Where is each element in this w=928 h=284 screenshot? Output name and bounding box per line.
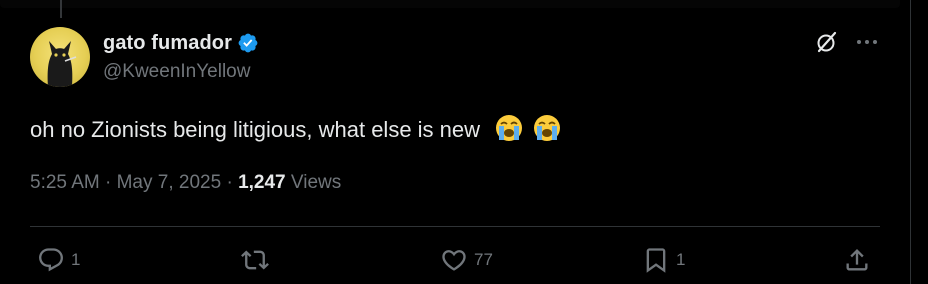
author-name-row[interactable]: gato fumador [103, 31, 259, 55]
share-button[interactable] [843, 245, 871, 275]
reply-button[interactable]: 1 [37, 245, 80, 275]
views-label: Views [290, 172, 342, 193]
tweet-text: oh no Zionists being litigious, what els… [30, 113, 562, 143]
tweet-date[interactable]: May 7, 2025 [117, 172, 222, 193]
meta-separator: · [105, 172, 112, 193]
thread-connector-line [60, 0, 62, 18]
bookmark-count: 1 [676, 250, 686, 269]
avatar[interactable] [30, 27, 90, 87]
verified-badge-icon[interactable] [237, 32, 259, 54]
column-border [910, 0, 911, 284]
tweet-time[interactable]: 5:25 AM [30, 172, 100, 193]
grok-icon[interactable] [815, 30, 839, 54]
retweet-button[interactable] [241, 245, 275, 275]
bookmark-button[interactable]: 1 [642, 245, 685, 275]
heart-icon [442, 250, 466, 271]
retweet-icon [241, 250, 269, 270]
bookmark-icon [646, 248, 666, 273]
top-strip [0, 0, 910, 10]
loudly-crying-face-icon [534, 115, 561, 141]
views-count[interactable]: 1,247 [238, 172, 286, 193]
reply-count: 1 [71, 250, 81, 269]
like-button[interactable]: 77 [440, 245, 493, 275]
divider [30, 226, 880, 227]
user-handle[interactable]: @KweenInYellow [103, 61, 250, 83]
cat-silhouette-icon [47, 41, 77, 87]
meta-separator: · [226, 172, 233, 193]
loudly-crying-face-icon [496, 115, 523, 141]
reply-icon [39, 248, 63, 272]
tweet-meta: 5:25 AM · May 7, 2025 · 1,247 Views [30, 172, 341, 194]
display-name[interactable]: gato fumador [103, 32, 232, 55]
tweet-body: oh no Zionists being litigious, what els… [30, 117, 481, 142]
share-icon [846, 249, 868, 271]
like-count: 77 [474, 250, 493, 269]
more-dots-icon[interactable] [855, 38, 879, 46]
